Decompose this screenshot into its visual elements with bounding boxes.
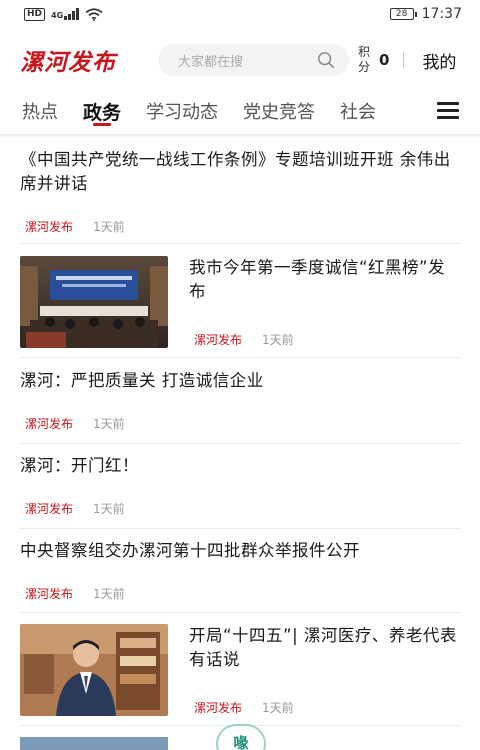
battery-icon: 28	[389, 8, 417, 20]
news-meta: 漯河发布 1天前	[20, 500, 125, 517]
news-time: 1天前	[262, 333, 294, 347]
hd-badge: HD	[24, 7, 46, 21]
floating-badge[interactable]: 喙	[216, 724, 266, 750]
news-time: 1天前	[93, 502, 125, 516]
news-source: 漯河发布	[25, 417, 74, 431]
status-right: 28 17:37	[389, 6, 462, 22]
news-thumbnail	[20, 256, 168, 348]
news-time: 1天前	[93, 220, 125, 234]
floating-badge-label: 喙	[233, 734, 249, 750]
signal-icon: 4G	[51, 8, 80, 20]
points-value: 0	[379, 51, 390, 69]
news-title: 《中国共产党统一战线工作条例》专题培训班开班 余伟出席并讲话	[20, 150, 451, 193]
points-display[interactable]: 积分 0	[357, 45, 389, 75]
tab-study[interactable]: 学习动态	[146, 90, 218, 134]
wifi-icon	[85, 7, 103, 21]
app-logo[interactable]: 漯河发布	[20, 43, 138, 77]
news-title: 中央督察组交办漯河第十四批群众举报件公开	[20, 541, 360, 560]
news-source: 漯河发布	[25, 587, 74, 601]
list-item[interactable]: 《中国共产党统一战线工作条例》专题培训班开班 余伟出席并讲话 漯河发布 1天前	[20, 148, 461, 244]
clock: 17:37	[421, 6, 462, 22]
tab-government[interactable]: 政务	[83, 90, 121, 134]
list-item[interactable]: 中央督察组交办漯河第十四批群众举报件公开 漯河发布 1天前	[20, 530, 461, 613]
list-item[interactable]: 漯河：严把质量关 打造诚信企业 漯河发布 1天前	[20, 359, 461, 444]
news-title: 漯河：开门红！	[20, 456, 139, 475]
list-item[interactable]: 开局“十四五”| 漯河医疗、养老代表有话说 漯河发布 1天前	[20, 614, 461, 726]
app-header: 漯河发布 大家都在搜 积分 0 我的	[0, 40, 480, 80]
news-meta: 漯河发布 1天前	[189, 331, 294, 348]
news-source: 漯河发布	[25, 220, 74, 234]
status-bar: HD 4G 28 17:37	[0, 0, 480, 28]
category-tabs: 热点 政务 学习动态 党史竞答 社会	[0, 90, 480, 134]
tabs-shadow	[0, 134, 480, 138]
battery-level: 28	[395, 9, 408, 19]
news-time: 1天前	[93, 417, 125, 431]
header-divider	[403, 52, 405, 68]
news-title: 我市今年第一季度诚信“红黑榜”发布	[189, 258, 446, 301]
news-meta: 漯河发布 1天前	[20, 218, 125, 235]
tab-hot[interactable]: 热点	[22, 90, 58, 134]
news-source: 漯河发布	[25, 502, 74, 516]
news-source: 漯河发布	[194, 333, 243, 347]
news-source: 漯河发布	[194, 701, 243, 715]
search-input[interactable]: 大家都在搜	[158, 44, 349, 76]
points-label: 积分	[357, 45, 370, 74]
search-icon[interactable]	[317, 51, 335, 69]
tab-party-history-quiz[interactable]: 党史竞答	[243, 90, 315, 134]
news-meta: 漯河发布 1天前	[189, 699, 294, 716]
news-title: 开局“十四五”| 漯河医疗、养老代表有话说	[189, 626, 457, 669]
news-time: 1天前	[93, 587, 125, 601]
tab-society[interactable]: 社会	[340, 90, 376, 134]
next-item-thumbnail	[20, 737, 168, 750]
menu-icon[interactable]	[416, 90, 480, 134]
list-item[interactable]: 漯河：开门红！ 漯河发布 1天前	[20, 445, 461, 529]
search-placeholder: 大家都在搜	[178, 54, 244, 70]
news-meta: 漯河发布 1天前	[20, 585, 125, 602]
news-title: 漯河：严把质量关 打造诚信企业	[20, 371, 264, 390]
news-time: 1天前	[262, 701, 294, 715]
network-type: 4G	[51, 11, 64, 20]
signal-bars	[64, 8, 80, 20]
status-left: HD 4G	[24, 7, 103, 21]
news-meta: 漯河发布 1天前	[20, 415, 125, 432]
mine-button[interactable]: 我的	[422, 48, 456, 73]
news-thumbnail	[20, 624, 168, 716]
list-item[interactable]: 我市今年第一季度诚信“红黑榜”发布 漯河发布 1天前	[20, 245, 461, 358]
